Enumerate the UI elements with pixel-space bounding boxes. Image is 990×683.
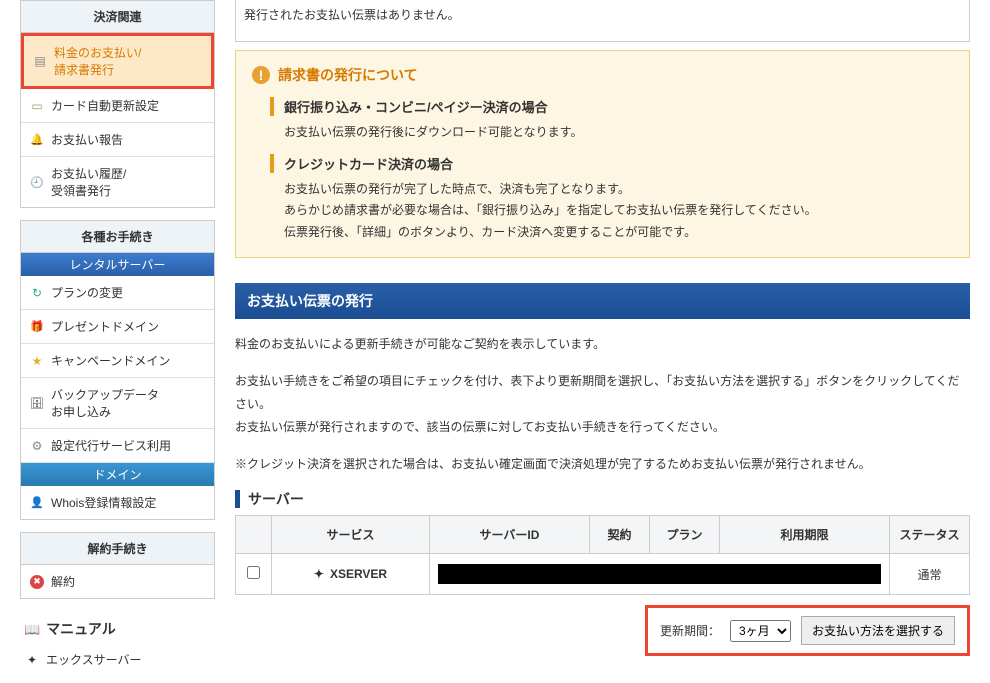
select-payment-method-button[interactable]: お支払い方法を選択する [801, 616, 955, 645]
sidebar-header-cancel: 解約手続き [21, 533, 214, 565]
sidebar-block-cancel: 解約手続き 解約 [20, 532, 215, 599]
sidebar-subheader-server: レンタルサーバー [21, 253, 214, 276]
action-row: 更新期間： 3ヶ月 お支払い方法を選択する [645, 605, 970, 656]
sidebar-item-label: キャンペーンドメイン [51, 352, 170, 369]
person-icon [29, 495, 45, 511]
sidebar-item-label: プレゼントドメイン [51, 318, 159, 335]
redacted-bar [438, 564, 881, 584]
star-icon [29, 353, 45, 369]
sidebar-section-label: マニュアル [46, 619, 116, 639]
sidebar-header-payment: 決済関連 [21, 1, 214, 33]
info-title-text: 請求書の発行について [278, 65, 418, 85]
sidebar-block-payment: 決済関連 料金のお支払い/ 請求書発行 カード自動更新設定 お支払い報告 お支払… [20, 0, 215, 208]
sidebar-item-label: エックスサーバー [46, 651, 142, 668]
vertical-bar-icon [235, 490, 240, 508]
sidebar-item-label: 設定代行サービス利用 [51, 437, 171, 454]
sidebar-item-campaign-domain[interactable]: キャンペーンドメイン [21, 344, 214, 378]
service-name: XSERVER [330, 567, 387, 581]
sidebar-header-procedures: 各種お手続き [21, 221, 214, 253]
sidebar-item-payment-invoice[interactable]: 料金のお支払い/ 請求書発行 [24, 36, 211, 86]
period-select[interactable]: 3ヶ月 [730, 620, 791, 642]
th-checkbox [236, 516, 272, 554]
sidebar-item-present-domain[interactable]: プレゼントドメイン [21, 310, 214, 344]
swap-icon [29, 285, 45, 301]
database-icon [29, 395, 45, 411]
subsection-server: サーバー [235, 489, 970, 509]
xserver-logo-icon [314, 567, 326, 581]
card-icon [29, 98, 45, 114]
th-server-id: サーバーID [430, 516, 590, 554]
sidebar-item-label: カード自動更新設定 [51, 97, 159, 114]
info-text-credit: お支払い伝票の発行が完了した時点で、決済も完了となります。 あらかじめ請求書が必… [284, 179, 953, 244]
sidebar-item-label: 料金のお支払い/ 請求書発行 [54, 44, 141, 78]
th-period: 利用期限 [720, 516, 890, 554]
th-plan: プラン [650, 516, 720, 554]
status-cell: 通常 [890, 554, 970, 595]
clock-icon [29, 174, 45, 190]
sidebar-item-card-auto[interactable]: カード自動更新設定 [21, 89, 214, 123]
sidebar-section-manual: マニュアル [20, 611, 215, 643]
issue-desc-1: 料金のお支払いによる更新手続きが可能なご契約を表示しています。 [235, 333, 970, 356]
sidebar-item-label: Whois登録情報設定 [51, 494, 156, 511]
sidebar-item-cancel[interactable]: 解約 [21, 565, 214, 598]
info-box-invoice: ! 請求書の発行について 銀行振り込み・コンビニ/ペイジー決済の場合 お支払い伝… [235, 50, 970, 258]
sidebar-item-payment-report[interactable]: お支払い報告 [21, 123, 214, 157]
sidebar-item-label: プランの変更 [51, 284, 123, 301]
subsection-label: サーバー [248, 489, 304, 509]
sidebar-item-label: 解約 [51, 573, 75, 590]
sidebar-item-label: バックアップデータ お申し込み [51, 386, 159, 420]
period-label: 更新期間： [660, 622, 720, 639]
issue-desc-3: ※クレジット決済を選択された場合は、お支払い確定画面で決済処理が完了するためお支… [235, 453, 970, 476]
gift-icon [29, 319, 45, 335]
book-icon [24, 621, 40, 638]
sidebar-block-procedures: 各種お手続き レンタルサーバー プランの変更 プレゼントドメイン キャンペーンド… [20, 220, 215, 520]
table-row: XSERVER 通常 [236, 554, 970, 595]
sidebar-item-label: お支払い報告 [51, 131, 123, 148]
xserver-icon [24, 652, 40, 668]
sidebar-item-payment-history[interactable]: お支払い履歴/ 受領書発行 [21, 157, 214, 207]
info-subheading-bank: 銀行振り込み・コンビニ/ペイジー決済の場合 [270, 97, 953, 116]
cancel-icon [29, 574, 45, 590]
info-title: ! 請求書の発行について [252, 65, 953, 85]
info-icon: ! [252, 66, 270, 84]
th-contract: 契約 [590, 516, 650, 554]
row-checkbox[interactable] [247, 566, 260, 579]
gear-icon [29, 438, 45, 454]
server-table: サービス サーバーID 契約 プラン 利用期限 ステータス XSERVER [235, 515, 970, 595]
sidebar-item-whois[interactable]: Whois登録情報設定 [21, 486, 214, 519]
sidebar-subheader-domain: ドメイン [21, 463, 214, 486]
sidebar-item-backup[interactable]: バックアップデータ お申し込み [21, 378, 214, 429]
sidebar-item-setup-proxy[interactable]: 設定代行サービス利用 [21, 429, 214, 463]
info-text-bank: お支払い伝票の発行後にダウンロード可能となります。 [284, 122, 953, 144]
section-bar-issue: お支払い伝票の発行 [235, 283, 970, 319]
sidebar-item-label: お支払い履歴/ 受領書発行 [51, 165, 126, 199]
sidebar-item-xserver-manual[interactable]: エックスサーバー [20, 643, 215, 676]
issue-desc-2: お支払い手続きをご希望の項目にチェックを付け、表下より更新期間を選択し、「お支払… [235, 370, 970, 438]
th-status: ステータス [890, 516, 970, 554]
info-subheading-credit: クレジットカード決済の場合 [270, 154, 953, 173]
service-cell: XSERVER [314, 567, 387, 581]
top-note: 発行されたお支払い伝票はありません。 [236, 0, 969, 37]
sidebar-item-plan-change[interactable]: プランの変更 [21, 276, 214, 310]
document-icon [32, 53, 48, 69]
th-service: サービス [272, 516, 430, 554]
bell-icon [29, 132, 45, 148]
